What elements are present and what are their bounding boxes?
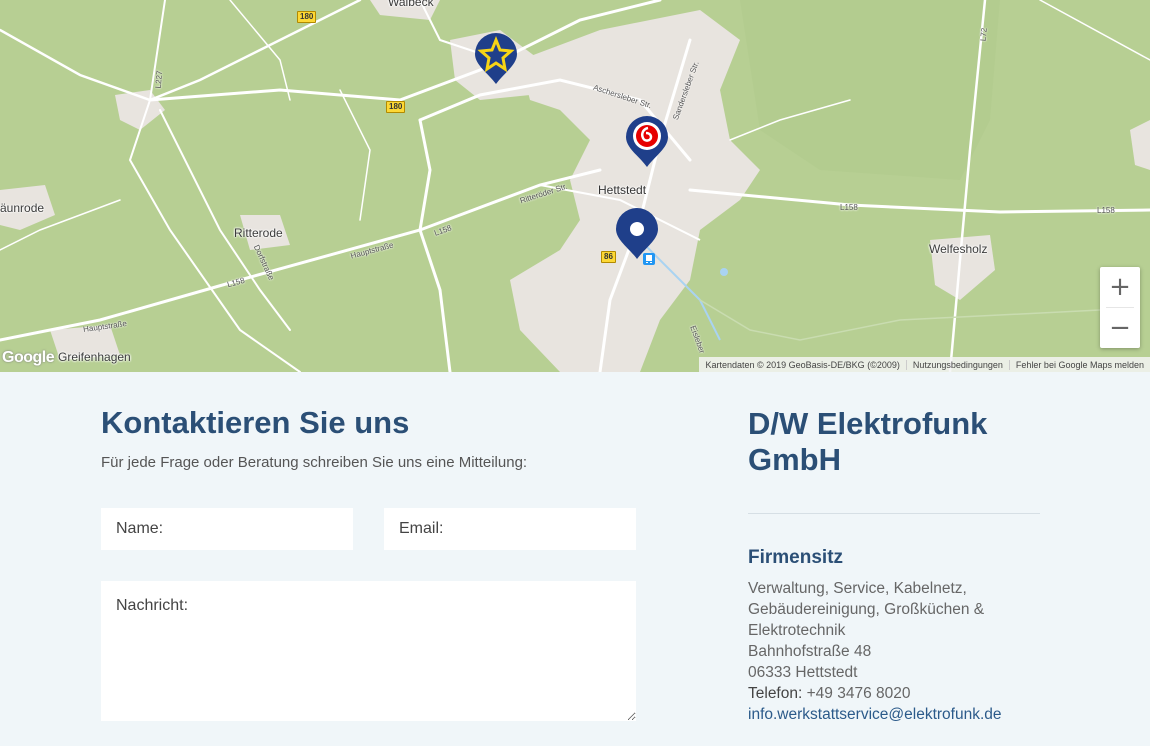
headquarters-title: Firmensitz	[748, 547, 844, 568]
train-station-icon	[643, 253, 655, 265]
terms-link[interactable]: Nutzungsbedingungen	[907, 359, 1010, 370]
zoom-in-button[interactable]: +	[1100, 267, 1140, 307]
company-name: D/W Elektrofunk GmbH	[748, 406, 988, 477]
place-label-ritterode: Ritterode	[234, 226, 283, 240]
road-shield: 86	[601, 251, 616, 263]
road-shield: 180	[386, 101, 406, 113]
place-label-aeunrode: äunrode	[0, 201, 45, 215]
name-field[interactable]	[101, 508, 353, 550]
email-field[interactable]	[384, 508, 636, 550]
report-error-link[interactable]: Fehler bei Google Maps melden	[1010, 360, 1150, 370]
place-label-hettstedt: Hettstedt	[598, 183, 647, 197]
contact-title: Kontaktieren Sie uns	[101, 405, 410, 440]
services-text: Verwaltung, Service, Kabelnetz, Gebäuder…	[748, 580, 985, 639]
headquarters-info: Verwaltung, Service, Kabelnetz, Gebäuder…	[748, 578, 1040, 725]
road-label: L158	[840, 203, 858, 212]
street-address: Bahnhofstraße 48	[748, 643, 872, 660]
road-label: L158	[1097, 206, 1115, 215]
place-label-walbeck: Walbeck	[388, 0, 434, 9]
map[interactable]: Walbeck Hettstedt Ritterode Welfesholz ä…	[0, 0, 1150, 372]
map-background	[0, 0, 1150, 372]
contact-subtitle: Für jede Frage oder Beratung schreiben S…	[101, 454, 528, 471]
zoom-controls: + −	[1100, 267, 1140, 348]
place-label-welfesholz: Welfesholz	[929, 242, 988, 256]
place-label-greifenhagen: Greifenhagen	[58, 350, 131, 364]
road-label: L227	[153, 70, 165, 89]
star-marker-icon[interactable]	[474, 33, 518, 85]
phone-label: Telefon:	[748, 685, 803, 702]
email-link[interactable]: info.werkstattservice@elektrofunk.de	[748, 706, 1002, 723]
road-shield: 180	[297, 11, 317, 23]
phone-number[interactable]: +49 3476 8020	[807, 685, 911, 702]
divider	[748, 513, 1040, 514]
message-field[interactable]	[101, 581, 636, 721]
city-address: 06333 Hettstedt	[748, 664, 858, 681]
phone-line: Telefon: +49 3476 8020	[748, 683, 1040, 704]
map-attribution: Kartendaten © 2019 GeoBasis-DE/BKG (©200…	[699, 357, 1150, 372]
google-logo[interactable]: Google	[2, 349, 55, 367]
vodafone-marker-icon[interactable]	[625, 116, 669, 168]
road-label: L72	[978, 27, 989, 42]
zoom-out-button[interactable]: −	[1100, 308, 1140, 348]
map-data-credit: Kartendaten © 2019 GeoBasis-DE/BKG (©200…	[699, 359, 907, 370]
